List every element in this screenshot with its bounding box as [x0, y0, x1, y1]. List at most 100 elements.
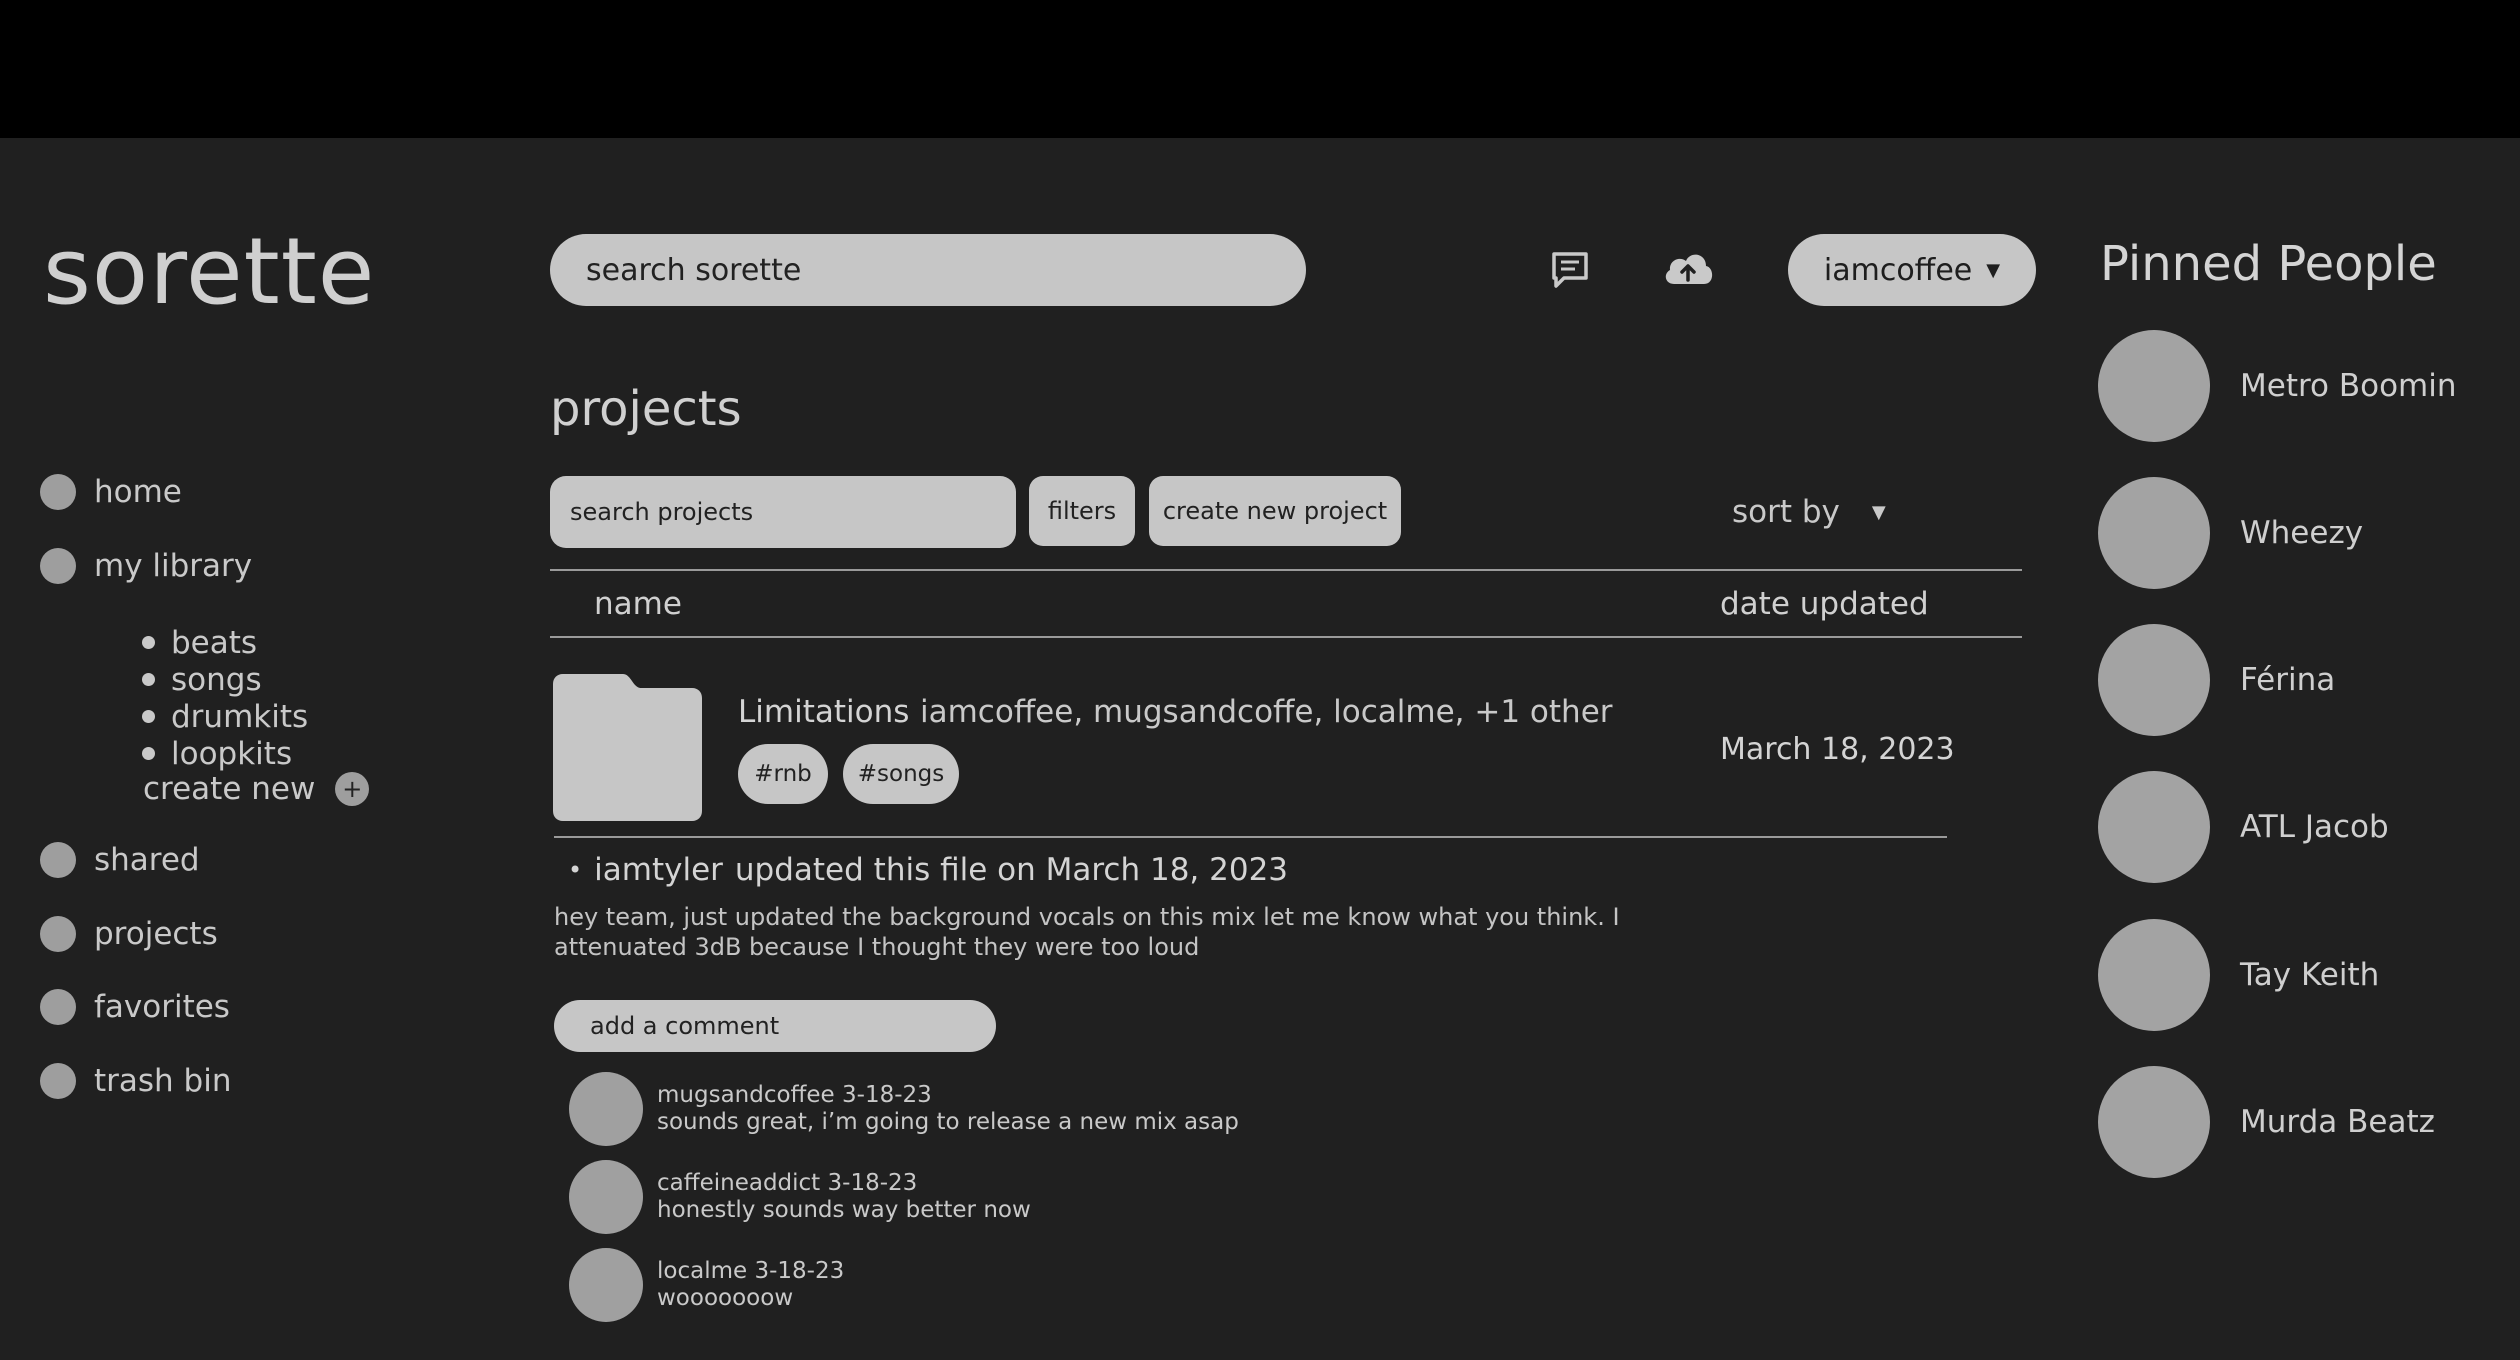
chevron-down-icon: ▼: [1986, 259, 2001, 281]
library-item-songs[interactable]: songs: [142, 661, 308, 698]
comment-user[interactable]: localme: [657, 1258, 747, 1284]
pinned-people-title: Pinned People: [2100, 236, 2437, 292]
comment-item: caffeineaddict 3-18-23 honestly sounds w…: [569, 1160, 1031, 1234]
person-name: Wheezy: [2240, 515, 2364, 551]
person-name: ATL Jacob: [2240, 809, 2389, 845]
bullet-icon: •: [568, 856, 583, 884]
bullet-icon: [142, 710, 155, 723]
person-name: Murda Beatz: [2240, 1104, 2435, 1140]
nav-item-trash-bin[interactable]: trash bin: [40, 1063, 232, 1099]
library-item-label: loopkits: [171, 735, 293, 772]
divider: [550, 569, 2022, 571]
comment-item: localme 3-18-23 wooooooow: [569, 1248, 844, 1322]
nav-dot-icon: [40, 842, 76, 878]
avatar[interactable]: [569, 1072, 643, 1146]
avatar[interactable]: [569, 1160, 643, 1234]
project-members: iamcoffee, mugsandcoffe, localme, +1 oth…: [920, 694, 1613, 730]
sort-label: sort by: [1732, 494, 1840, 530]
create-new-label: create new: [143, 771, 316, 807]
comment-text: wooooooow: [657, 1285, 794, 1311]
pinned-person[interactable]: Tay Keith: [2098, 919, 2379, 1031]
avatar[interactable]: [569, 1248, 643, 1322]
person-name: Metro Boomin: [2240, 368, 2457, 404]
library-item-label: drumkits: [171, 698, 309, 735]
library-item-label: songs: [171, 661, 262, 698]
nav-label: trash bin: [94, 1063, 232, 1099]
cloud-upload-icon[interactable]: [1660, 246, 1716, 290]
column-header-name[interactable]: name: [594, 586, 682, 622]
column-header-date[interactable]: date updated: [1720, 586, 1929, 622]
nav-item-my-library[interactable]: my library: [40, 548, 252, 584]
avatar[interactable]: [2098, 771, 2210, 883]
update-user[interactable]: iamtyler: [594, 852, 723, 888]
username: iamcoffee: [1823, 252, 1973, 288]
nav-label: shared: [94, 842, 200, 878]
app-window: sorette home my library beats songs drum…: [0, 138, 2520, 1360]
chevron-down-icon: ▼: [1871, 501, 1886, 523]
pinned-person[interactable]: Férina: [2098, 624, 2335, 736]
nav-dot-icon: [40, 1063, 76, 1099]
avatar[interactable]: [2098, 330, 2210, 442]
update-entry: • iamtyler updated this file on March 18…: [568, 852, 1288, 888]
comment-user[interactable]: caffeineaddict: [657, 1170, 820, 1196]
pinned-person[interactable]: Wheezy: [2098, 477, 2363, 589]
plus-icon[interactable]: +: [335, 772, 370, 806]
comment-user[interactable]: mugsandcoffee: [657, 1082, 835, 1108]
bullet-icon: [142, 673, 155, 686]
tag-rnb[interactable]: #rnb: [738, 744, 828, 804]
comment-input[interactable]: [554, 1000, 996, 1052]
person-name: Férina: [2240, 662, 2336, 698]
create-new-link[interactable]: create new +: [143, 771, 370, 807]
library-item-beats[interactable]: beats: [142, 624, 308, 661]
bullet-icon: [142, 747, 155, 760]
folder-icon[interactable]: [553, 674, 702, 821]
nav-label: home: [94, 474, 182, 510]
global-search-input[interactable]: [550, 234, 1306, 306]
project-name[interactable]: Limitations: [738, 694, 909, 730]
comment-date: 3-18-23: [827, 1170, 918, 1196]
library-item-loopkits[interactable]: loopkits: [142, 735, 308, 772]
avatar[interactable]: [2098, 624, 2210, 736]
divider: [550, 636, 2022, 638]
nav-item-home[interactable]: home: [40, 474, 182, 510]
nav-dot-icon: [40, 989, 76, 1025]
tag-songs[interactable]: #songs: [843, 744, 959, 804]
app-logo[interactable]: sorette: [43, 226, 375, 318]
update-message: hey team, just updated the background vo…: [554, 903, 1620, 961]
pinned-person[interactable]: Murda Beatz: [2098, 1066, 2435, 1178]
nav-label: projects: [94, 916, 218, 952]
nav-item-shared[interactable]: shared: [40, 842, 200, 878]
page-title: projects: [550, 381, 742, 437]
avatar[interactable]: [2098, 1066, 2210, 1178]
nav-dot-icon: [40, 474, 76, 510]
comment-item: mugsandcoffee 3-18-23 sounds great, i’m …: [569, 1072, 1239, 1146]
pinned-person[interactable]: Metro Boomin: [2098, 330, 2457, 442]
divider: [554, 836, 1947, 838]
bullet-icon: [142, 636, 155, 649]
avatar[interactable]: [2098, 477, 2210, 589]
project-date: March 18, 2023: [1720, 732, 1955, 767]
library-sublist: beats songs drumkits loopkits: [142, 624, 308, 772]
nav-item-projects[interactable]: projects: [40, 916, 218, 952]
person-name: Tay Keith: [2240, 957, 2380, 993]
comment-text: honestly sounds way better now: [657, 1197, 1031, 1223]
nav-label: favorites: [94, 989, 230, 1025]
project-search-input[interactable]: [550, 476, 1016, 548]
comment-date: 3-18-23: [842, 1082, 932, 1108]
sort-dropdown[interactable]: sort by ▼: [1732, 494, 1886, 530]
library-item-drumkits[interactable]: drumkits: [142, 698, 308, 735]
pinned-person[interactable]: ATL Jacob: [2098, 771, 2389, 883]
update-text: updated this file on March 18, 2023: [734, 852, 1289, 888]
library-item-label: beats: [171, 624, 258, 661]
comment-date: 3-18-23: [754, 1258, 845, 1284]
create-project-button[interactable]: create new project: [1149, 476, 1401, 546]
filters-button[interactable]: filters: [1029, 476, 1135, 546]
nav-label: my library: [94, 548, 253, 584]
comment-text: sounds great, i’m going to release a new…: [657, 1109, 1239, 1135]
nav-item-favorites[interactable]: favorites: [40, 989, 230, 1025]
nav-dot-icon: [40, 916, 76, 952]
user-menu-button[interactable]: iamcoffee ▼: [1788, 234, 2036, 306]
nav-dot-icon: [40, 548, 76, 584]
avatar[interactable]: [2098, 919, 2210, 1031]
message-icon[interactable]: [1548, 248, 1592, 292]
